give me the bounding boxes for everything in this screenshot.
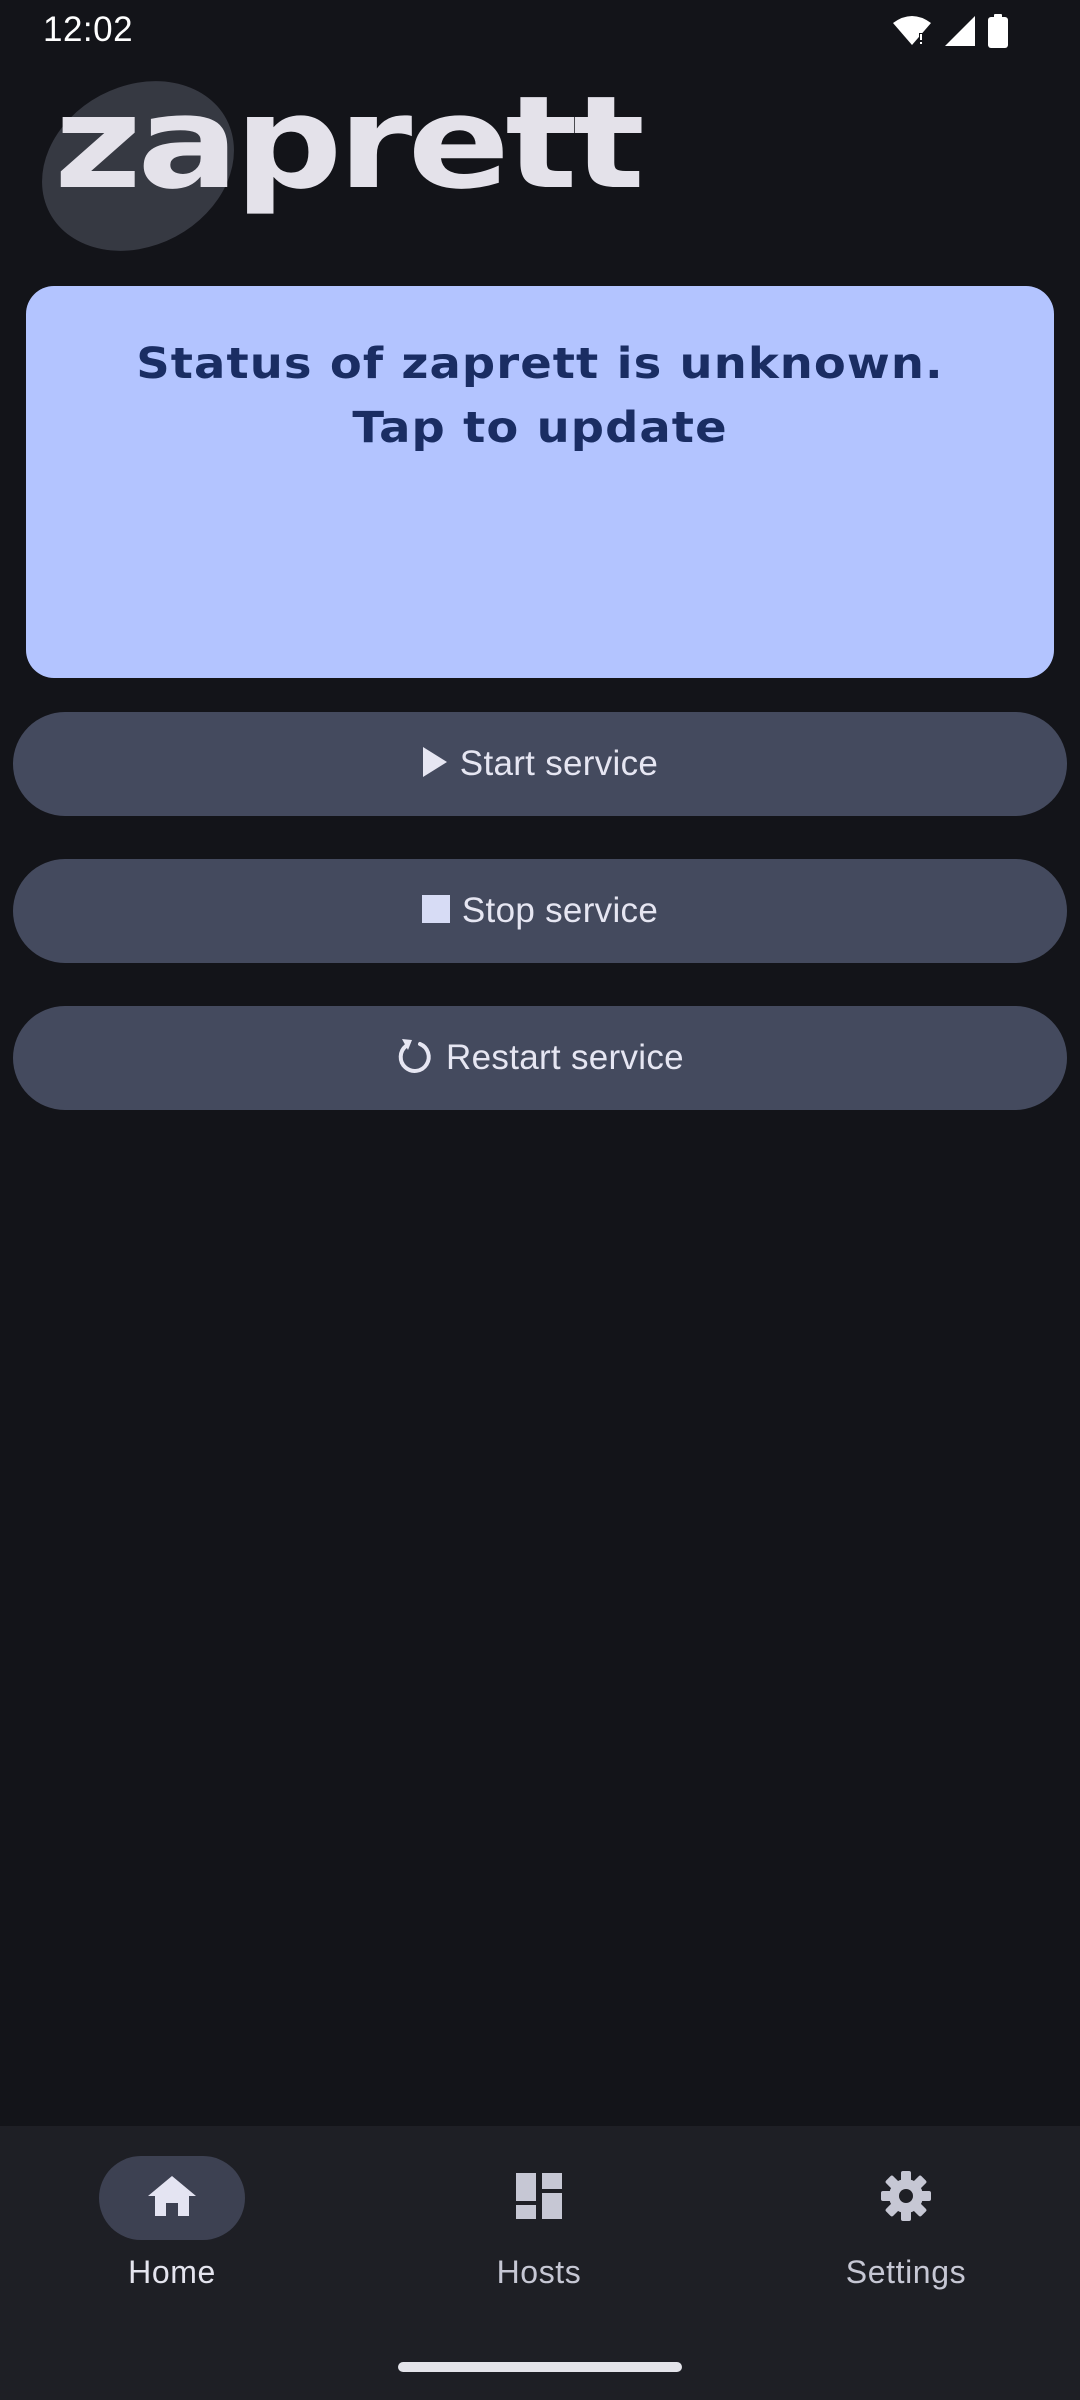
restart-service-button[interactable]: Restart service	[13, 1006, 1067, 1110]
app-logo: zaprett	[12, 48, 645, 284]
logo-text: zaprett	[54, 69, 645, 218]
start-service-label: Start service	[459, 744, 659, 783]
restart-icon	[396, 1036, 434, 1081]
dashboard-icon	[515, 2172, 563, 2225]
nav-settings-label: Settings	[845, 2254, 967, 2290]
stop-service-label: Stop service	[461, 891, 659, 930]
nav-item-home[interactable]: Home	[22, 2156, 322, 2306]
status-card-text: Status of zaprett is unknown. Tap to upd…	[136, 339, 944, 453]
nav-home-label: Home	[128, 2254, 216, 2290]
status-time: 12:02	[43, 10, 134, 49]
restart-service-label: Restart service	[446, 1038, 684, 1077]
bottom-navigation: Home Hosts Settings	[0, 2126, 1080, 2400]
gear-icon	[880, 2170, 932, 2227]
nav-item-settings[interactable]: Settings	[756, 2156, 1056, 2306]
stop-icon	[421, 894, 450, 928]
battery-icon	[988, 14, 1008, 48]
play-icon	[422, 746, 448, 783]
nav-hosts-label: Hosts	[496, 2254, 582, 2290]
signal-icon	[944, 15, 976, 47]
nav-hosts-indicator	[466, 2156, 612, 2240]
home-screen: 12:02 zaprett Status of zaprett is unkno…	[0, 0, 1080, 2400]
gesture-navigation-bar[interactable]	[398, 2362, 682, 2372]
status-bar: 12:02	[0, 0, 1080, 62]
wifi-icon	[892, 15, 932, 47]
nav-item-hosts[interactable]: Hosts	[389, 2156, 689, 2306]
stop-service-button[interactable]: Stop service	[13, 859, 1067, 963]
home-icon	[146, 2174, 198, 2223]
status-icons	[892, 13, 1008, 49]
status-card[interactable]: Status of zaprett is unknown. Tap to upd…	[26, 286, 1054, 678]
nav-settings-indicator	[833, 2156, 979, 2240]
nav-home-indicator	[99, 2156, 245, 2240]
start-service-button[interactable]: Start service	[13, 712, 1067, 816]
